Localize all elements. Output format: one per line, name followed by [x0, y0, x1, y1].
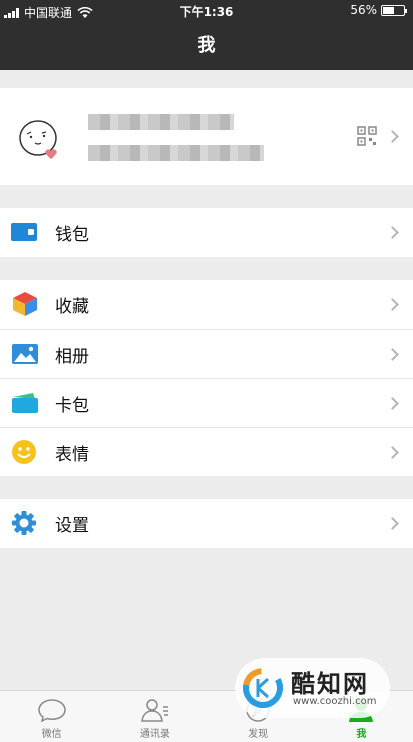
chat-bubble-icon — [37, 699, 66, 723]
tab-label-contacts: 通讯录 — [139, 729, 170, 740]
tab-label-me: 我 — [356, 729, 367, 740]
wallet-group: 钱包 — [0, 208, 413, 257]
menu-item-card-pack[interactable]: 卡包 — [0, 378, 413, 427]
gear-icon — [12, 511, 36, 535]
status-bar: 中国联通 下午1:36 56% — [0, 0, 413, 22]
watermark-badge: 酷知网 www.coozhi.com — [235, 658, 390, 718]
menu-item-stickers[interactable]: 表情 — [0, 427, 413, 476]
chevron-right-icon — [386, 130, 399, 143]
smiley-icon — [12, 440, 36, 464]
tab-label-discover: 发现 — [248, 729, 269, 740]
watermark-url: www.coozhi.com — [293, 696, 377, 707]
menu-label-album: 相册 — [55, 346, 89, 367]
menu-label-wallet: 钱包 — [55, 225, 89, 245]
watermark-title: 酷知网 — [291, 670, 369, 698]
main-menu-group: 收藏 相册 卡包 表情 — [0, 280, 413, 476]
menu-label-settings: 设置 — [55, 516, 89, 536]
cube-icon — [13, 292, 37, 316]
qr-code-icon[interactable] — [357, 126, 377, 146]
card-pack-icon — [12, 393, 38, 413]
chevron-right-icon — [386, 397, 399, 410]
menu-item-wallet[interactable]: 钱包 — [0, 208, 413, 257]
tab-label-chats: 微信 — [41, 729, 62, 740]
chevron-right-icon — [386, 446, 399, 459]
avatar — [19, 120, 57, 159]
menu-label-favorites: 收藏 — [55, 297, 89, 317]
chevron-right-icon — [386, 517, 399, 530]
profile-nickname-blurred — [88, 114, 234, 130]
menu-item-favorites[interactable]: 收藏 — [0, 280, 413, 329]
chevron-right-icon — [386, 348, 399, 361]
battery-icon — [381, 4, 407, 16]
coozhi-logo-icon — [243, 668, 283, 708]
wallet-icon — [11, 223, 37, 241]
settings-group: 设置 — [0, 499, 413, 548]
chevron-right-icon — [386, 226, 399, 239]
chevron-right-icon — [386, 298, 399, 311]
menu-label-card-pack: 卡包 — [55, 395, 89, 416]
contacts-icon — [141, 699, 168, 722]
photo-album-icon — [12, 344, 38, 364]
profile-id-blurred — [88, 145, 264, 161]
menu-label-stickers: 表情 — [55, 444, 89, 465]
battery-percent: 56% — [350, 3, 377, 17]
tab-contacts[interactable]: 通讯录 — [103, 691, 206, 742]
menu-item-album[interactable]: 相册 — [0, 329, 413, 378]
menu-item-settings[interactable]: 设置 — [0, 499, 413, 548]
status-right: 56% — [350, 3, 407, 17]
page-title: 我 — [0, 22, 413, 70]
tab-chats[interactable]: 微信 — [0, 691, 103, 742]
profile-card[interactable] — [0, 88, 413, 185]
